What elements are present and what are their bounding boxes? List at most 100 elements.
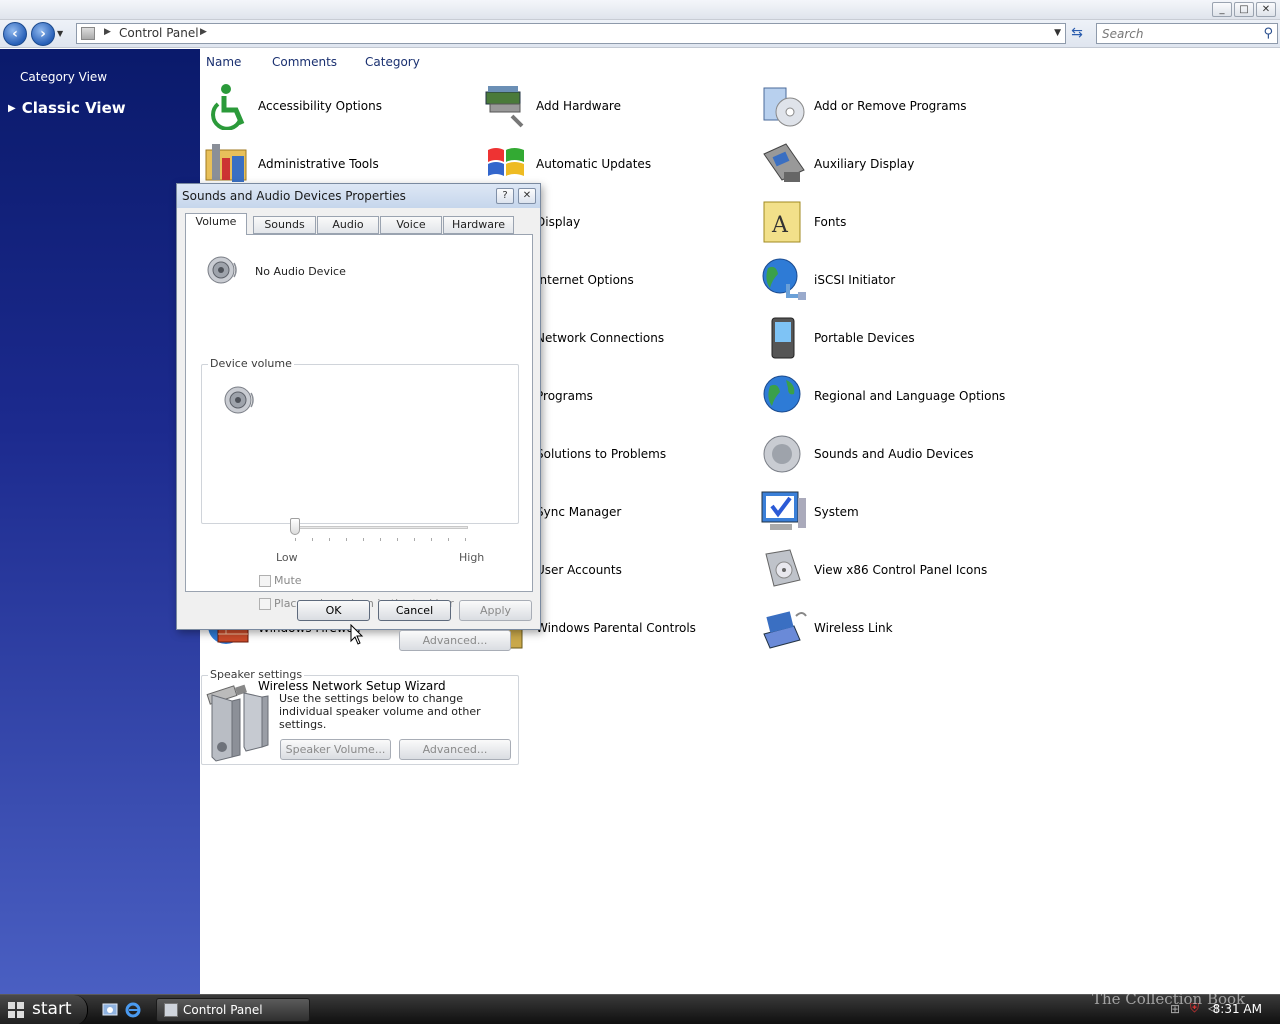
slider-tick bbox=[431, 538, 432, 541]
mute-label: Mute bbox=[274, 574, 302, 587]
globe-network-icon bbox=[760, 256, 810, 306]
column-headers: Name Comments Category bbox=[200, 49, 1280, 75]
back-button[interactable]: ‹ bbox=[3, 22, 27, 46]
tab-audio[interactable]: Audio bbox=[317, 216, 379, 234]
dialog-title: Sounds and Audio Devices Properties bbox=[182, 189, 406, 203]
cd-folder-icon bbox=[760, 546, 810, 596]
control-panel-item[interactable]: Auxiliary Display bbox=[760, 140, 1030, 192]
internet-explorer-icon[interactable] bbox=[125, 1002, 141, 1018]
address-toolbar: ‹ › ▼ ▶ Control Panel ▶ ▼ ⇆ Search ⚲ bbox=[0, 20, 1280, 48]
add-remove-programs-icon bbox=[760, 82, 810, 132]
volume-advanced-button[interactable]: Advanced... bbox=[399, 630, 511, 651]
slider-tick bbox=[312, 538, 313, 541]
device-volume-group-label: Device volume bbox=[208, 357, 294, 370]
control-panel-item-label: Add Hardware bbox=[536, 99, 621, 113]
help-button[interactable]: ? bbox=[496, 188, 514, 204]
speaker-volume-button[interactable]: Speaker Volume... bbox=[280, 739, 391, 760]
tab-sounds[interactable]: Sounds bbox=[253, 216, 316, 234]
control-panel-item-label: Auxiliary Display bbox=[814, 157, 915, 171]
control-panel-item-label: Internet Options bbox=[536, 273, 634, 287]
apply-button[interactable]: Apply bbox=[459, 600, 532, 621]
start-button[interactable]: start bbox=[0, 995, 88, 1024]
portable-device-icon bbox=[760, 314, 810, 364]
category-view-link[interactable]: Category View bbox=[20, 70, 107, 84]
taskbar-item-label: Control Panel bbox=[183, 1003, 263, 1017]
refresh-icon[interactable]: ⇆ bbox=[1068, 24, 1086, 42]
control-panel-item-label: Portable Devices bbox=[814, 331, 915, 345]
column-header-category[interactable]: Category bbox=[365, 55, 420, 69]
dialog-close-button[interactable]: ✕ bbox=[518, 188, 536, 204]
mute-checkbox[interactable] bbox=[259, 575, 271, 587]
control-panel-item[interactable]: Add Hardware bbox=[482, 82, 752, 134]
control-panel-item-label: Sync Manager bbox=[536, 505, 622, 519]
control-panel-item[interactable]: System bbox=[760, 488, 1030, 540]
slider-tick bbox=[465, 538, 466, 541]
slider-tick bbox=[380, 538, 381, 541]
sounds-audio-properties-dialog: Sounds and Audio Devices Properties ? ✕ … bbox=[176, 183, 541, 765]
speaker-advanced-button[interactable]: Advanced... bbox=[399, 739, 511, 760]
forward-arrow-icon: › bbox=[40, 26, 46, 42]
ok-button[interactable]: OK bbox=[297, 600, 370, 621]
slider-tick bbox=[329, 538, 330, 541]
volume-slider-track[interactable] bbox=[292, 526, 468, 529]
accessibility-icon bbox=[204, 82, 254, 132]
address-dropdown-icon[interactable]: ▼ bbox=[1054, 28, 1061, 38]
search-icon[interactable]: ⚲ bbox=[1263, 26, 1273, 41]
slider-tick bbox=[448, 538, 449, 541]
taskbar-item-control-panel[interactable]: Control Panel bbox=[156, 998, 310, 1022]
minimize-button[interactable]: _ bbox=[1212, 2, 1232, 17]
control-panel-item[interactable]: Accessibility Options bbox=[204, 82, 474, 134]
control-panel-item[interactable]: Wireless Link bbox=[760, 604, 1030, 656]
column-header-comments[interactable]: Comments bbox=[272, 55, 337, 69]
cancel-button[interactable]: Cancel bbox=[378, 600, 451, 621]
dialog-title-bar[interactable]: Sounds and Audio Devices Properties ? ✕ bbox=[177, 184, 540, 208]
control-panel-item[interactable]: View x86 Control Panel Icons bbox=[760, 546, 1030, 598]
control-panel-item-label: Network Connections bbox=[536, 331, 665, 345]
control-panel-item-label: Display bbox=[536, 215, 581, 229]
slider-tick bbox=[397, 538, 398, 541]
speaker-settings-group-label: Speaker settings bbox=[208, 668, 305, 681]
show-desktop-icon[interactable] bbox=[102, 1002, 118, 1018]
recent-pages-dropdown-icon[interactable]: ▼ bbox=[57, 29, 63, 38]
classic-view-link[interactable]: ▶ Classic View bbox=[8, 99, 126, 117]
column-header-name[interactable]: Name bbox=[206, 55, 241, 69]
control-panel-item-label: iSCSI Initiator bbox=[814, 273, 896, 287]
control-panel-item-label: Accessibility Options bbox=[258, 99, 382, 113]
speaker-settings-description: Use the settings below to change individ… bbox=[279, 692, 481, 731]
control-panel-item[interactable]: Add or Remove Programs bbox=[760, 82, 1030, 134]
wireless-laptop-icon bbox=[760, 604, 810, 654]
volume-icon-taskbar-checkbox[interactable] bbox=[259, 598, 271, 610]
control-panel-item-label: Administrative Tools bbox=[258, 157, 379, 171]
classic-view-label: Classic View bbox=[21, 99, 126, 117]
tab-volume[interactable]: Volume bbox=[185, 213, 247, 235]
tab-hardware[interactable]: Hardware bbox=[443, 216, 514, 234]
maximize-button[interactable]: □ bbox=[1234, 2, 1254, 17]
system-monitor-icon bbox=[760, 488, 810, 538]
close-window-button[interactable]: ✕ bbox=[1256, 2, 1276, 17]
control-panel-item-label: Add or Remove Programs bbox=[814, 99, 967, 113]
control-panel-item[interactable]: Sounds and Audio Devices bbox=[760, 430, 1030, 482]
control-panel-item-label: View x86 Control Panel Icons bbox=[814, 563, 988, 577]
control-panel-item-label: Programs bbox=[536, 389, 593, 403]
left-task-pane: Category View ▶ Classic View bbox=[0, 49, 200, 994]
tab-voice[interactable]: Voice bbox=[380, 216, 442, 234]
address-bar[interactable]: ▶ Control Panel ▶ ▼ bbox=[76, 23, 1066, 44]
taskbar: start Control Panel ⊞ ⛨ ◁ 8:31 AM bbox=[0, 994, 1280, 1024]
control-panel-item[interactable]: Portable Devices bbox=[760, 314, 1030, 366]
control-panel-item[interactable]: A Fonts bbox=[760, 198, 1030, 250]
forward-button[interactable]: › bbox=[31, 22, 55, 46]
back-arrow-icon: ‹ bbox=[12, 26, 18, 42]
control-panel-item[interactable]: Regional and Language Options bbox=[760, 372, 1030, 424]
search-input[interactable]: Search ⚲ bbox=[1096, 23, 1278, 44]
search-placeholder: Search bbox=[1102, 27, 1144, 41]
start-label: start bbox=[32, 999, 72, 1019]
fonts-icon: A bbox=[760, 198, 810, 248]
volume-slider-thumb[interactable] bbox=[290, 518, 300, 535]
control-panel-item-label: Automatic Updates bbox=[536, 157, 652, 171]
breadcrumb-control-panel[interactable]: Control Panel bbox=[119, 26, 199, 40]
control-panel-item-label: Sounds and Audio Devices bbox=[814, 447, 974, 461]
breadcrumb-arrow-icon[interactable]: ▶ bbox=[104, 27, 111, 37]
breadcrumb-arrow-icon[interactable]: ▶ bbox=[200, 27, 207, 37]
speaker-icon bbox=[760, 430, 810, 480]
control-panel-item[interactable]: iSCSI Initiator bbox=[760, 256, 1030, 308]
